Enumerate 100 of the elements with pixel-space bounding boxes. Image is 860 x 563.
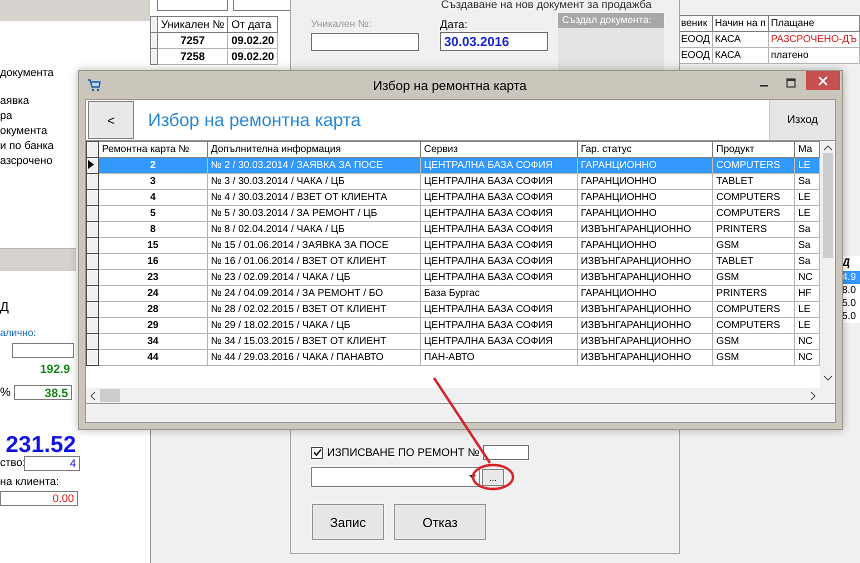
table-cell[interactable]: 29	[98, 318, 208, 334]
input-field[interactable]	[157, 0, 228, 11]
horizontal-scrollbar[interactable]	[86, 388, 820, 403]
scroll-left-icon[interactable]	[90, 392, 96, 400]
table-cell[interactable]: ЦЕНТРАЛНА БАЗА СОФИЯ	[420, 318, 578, 334]
table-cell[interactable]: 5	[98, 206, 208, 222]
scroll-up-icon[interactable]	[824, 145, 832, 151]
table-cell[interactable]: GSM	[712, 270, 795, 286]
cash-label: алично:	[0, 328, 36, 339]
checkbox[interactable]	[311, 446, 323, 458]
table-cell[interactable]: COMPUTERS	[712, 318, 795, 334]
table-cell[interactable]: 15	[98, 238, 208, 254]
quantity-field[interactable]: 4	[24, 456, 80, 471]
table-cell[interactable]: ИЗВЪНГАРАНЦИОННО	[577, 350, 713, 366]
table-cell[interactable]: ГАРАНЦИОННО	[577, 206, 713, 222]
table-cell[interactable]: ЦЕНТРАЛНА БАЗА СОФИЯ	[420, 254, 578, 270]
column-header[interactable]: Гар. статус	[577, 142, 713, 158]
table-cell[interactable]: TABLET	[712, 174, 795, 190]
save-button[interactable]: Запис	[312, 504, 384, 540]
table-cell[interactable]: ПАН-АВТО	[420, 350, 578, 366]
table-cell[interactable]: ЦЕНТРАЛНА БАЗА СОФИЯ	[420, 270, 578, 286]
table-cell[interactable]: ГАРАНЦИОННО	[577, 190, 713, 206]
table-cell[interactable]: 28	[98, 302, 208, 318]
table-cell[interactable]: № 4 / 30.03.2014 / ВЗЕТ ОТ КЛИЕНТА	[207, 190, 420, 206]
scroll-thumb[interactable]	[822, 153, 832, 258]
back-button[interactable]: <	[88, 101, 134, 139]
repair-number-field[interactable]	[483, 445, 530, 460]
column-header[interactable]: От дата	[228, 16, 278, 32]
table-cell[interactable]: № 3 / 30.03.2014 / ЧАКА / ЦБ	[207, 174, 420, 190]
table-cell[interactable]: № 29 / 18.02.2015 / ЧАКА / ЦБ	[207, 318, 420, 334]
table-cell[interactable]: ГАРАНЦИОННО	[577, 238, 713, 254]
table-cell[interactable]: № 28 / 02.02.2015 / ВЗЕТ ОТ КЛИЕНТ	[207, 302, 420, 318]
column-header[interactable]: Допълнителна информация	[207, 142, 420, 158]
table-cell[interactable]: PRINTERS	[712, 222, 795, 238]
table-cell[interactable]: № 15 / 01.06.2014 / ЗАЯВКА ЗА ПОСЕ	[207, 238, 420, 254]
table-cell[interactable]: 8	[98, 222, 208, 238]
table-cell[interactable]: ЦЕНТРАЛНА БАЗА СОФИЯ	[420, 174, 578, 190]
table-cell[interactable]: ИЗВЪНГАРАНЦИОННО	[577, 270, 713, 286]
table-cell[interactable]: ЦЕНТРАЛНА БАЗА СОФИЯ	[420, 238, 578, 254]
table-cell[interactable]: ИЗВЪНГАРАНЦИОННО	[577, 302, 713, 318]
browse-button[interactable]: ...	[482, 469, 504, 486]
table-cell[interactable]: 23	[98, 270, 208, 286]
table-cell[interactable]: № 8 / 02.04.2014 / ЧАКА / ЦБ	[207, 222, 420, 238]
column-header[interactable]: Плащане	[768, 16, 860, 32]
table-cell[interactable]: ЦЕНТРАЛНА БАЗА СОФИЯ	[420, 302, 578, 318]
number-field[interactable]	[311, 33, 419, 51]
cancel-button[interactable]: Отказ	[394, 504, 486, 540]
table-cell[interactable]: ЦЕНТРАЛНА БАЗА СОФИЯ	[420, 190, 578, 206]
input-field[interactable]	[12, 343, 74, 358]
table-cell[interactable]: № 34 / 15.03.2015 / ВЗЕТ ОТ КЛИЕНТ	[207, 334, 420, 350]
table-cell[interactable]: GSM	[712, 334, 795, 350]
scroll-thumb[interactable]	[100, 389, 120, 402]
table-cell[interactable]: ГАРАНЦИОННО	[577, 174, 713, 190]
table-cell[interactable]: № 5 / 30.03.2014 / ЗА РЕМОНТ / ЦБ	[207, 206, 420, 222]
column-header[interactable]: Ма	[794, 142, 820, 158]
table-cell[interactable]: № 16 / 01.06.2014 / ВЗЕТ ОТ КЛИЕНТ	[207, 254, 420, 270]
table-cell[interactable]: № 23 / 02.09.2014 / ЧАКА / ЦБ	[207, 270, 420, 286]
table-cell[interactable]: ЦЕНТРАЛНА БАЗА СОФИЯ	[420, 206, 578, 222]
input-field[interactable]	[233, 0, 292, 11]
table-cell[interactable]: COMPUTERS	[712, 206, 795, 222]
vertical-scrollbar[interactable]	[820, 141, 835, 403]
column-header[interactable]: Начин на п	[712, 16, 768, 32]
table-cell[interactable]: GSM	[712, 238, 795, 254]
table-cell[interactable]: ИЗВЪНГАРАНЦИОННО	[577, 222, 713, 238]
maximize-icon[interactable]	[786, 78, 796, 88]
table-cell[interactable]: ЦЕНТРАЛНА БАЗА СОФИЯ	[420, 222, 578, 238]
scroll-down-icon[interactable]	[824, 375, 832, 381]
exit-button[interactable]: Изход	[769, 100, 835, 140]
column-header[interactable]: Уникален №	[158, 16, 228, 32]
percent-field[interactable]: 38.5	[14, 385, 72, 400]
table-cell[interactable]: 44	[98, 350, 208, 366]
table-cell[interactable]: ИЗВЪНГАРАНЦИОННО	[577, 254, 713, 270]
column-header[interactable]: Сервиз	[420, 142, 578, 158]
table-cell[interactable]: 24	[98, 286, 208, 302]
column-header[interactable]: Ремонтна карта №	[98, 142, 208, 158]
table-cell[interactable]: ИЗВЪНГАРАНЦИОННО	[577, 318, 713, 334]
close-button[interactable]	[806, 71, 840, 90]
table-cell: РАЗСРОЧЕНО-ДЪ	[768, 32, 860, 48]
table-cell[interactable]: ИЗВЪНГАРАНЦИОННО	[577, 334, 713, 350]
table-cell[interactable]: № 24 / 04.09.2014 / ЗА РЕМОНТ / БО	[207, 286, 420, 302]
table-cell[interactable]: GSM	[712, 350, 795, 366]
client-field[interactable]: 0.00	[0, 491, 78, 506]
column-header[interactable]: Продукт	[712, 142, 795, 158]
table-cell[interactable]: 16	[98, 254, 208, 270]
table-cell[interactable]: TABLET	[712, 254, 795, 270]
table-cell[interactable]: ЦЕНТРАЛНА БАЗА СОФИЯ	[420, 334, 578, 350]
table-cell[interactable]: База Бургас	[420, 286, 578, 302]
label-text: Д	[0, 299, 9, 314]
table-cell[interactable]: 4	[98, 190, 208, 206]
repair-dropdown[interactable]	[311, 467, 480, 487]
date-field[interactable]: 30.03.2016	[440, 32, 548, 51]
table-cell[interactable]: 3	[98, 174, 208, 190]
table-cell[interactable]: 34	[98, 334, 208, 350]
column-header[interactable]: веник	[678, 16, 712, 32]
table-cell[interactable]: ГАРАНЦИОННО	[577, 286, 713, 302]
table-cell[interactable]: № 44 / 29.03.2016 / ЧАКА / ПАНАВТО	[207, 350, 420, 366]
scroll-right-icon[interactable]	[810, 392, 816, 400]
table-cell[interactable]: COMPUTERS	[712, 302, 795, 318]
table-cell[interactable]: COMPUTERS	[712, 190, 795, 206]
table-cell[interactable]: PRINTERS	[712, 286, 795, 302]
